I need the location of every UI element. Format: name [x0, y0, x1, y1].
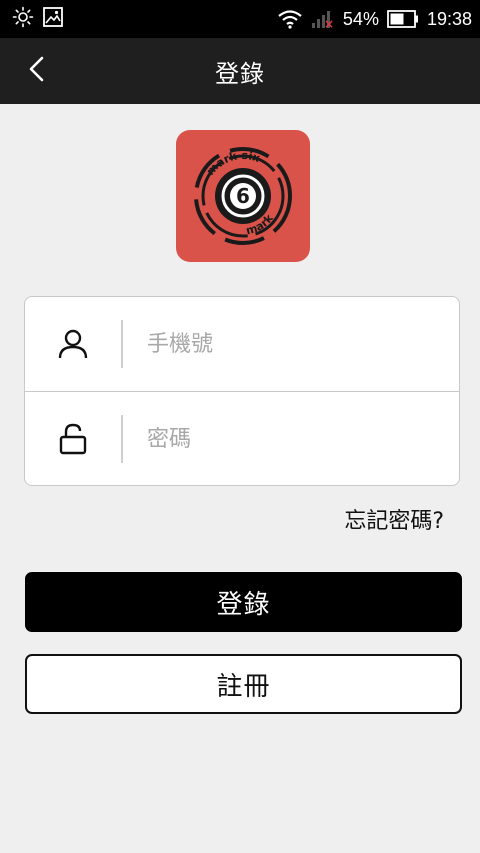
lock-icon: [25, 423, 121, 455]
user-icon: [25, 328, 121, 360]
phone-row: [25, 297, 459, 391]
signal-icon: ×: [311, 9, 335, 29]
app-logo: 6 mark six mark six: [176, 130, 310, 262]
brightness-icon: [12, 6, 34, 32]
wifi-icon: [277, 9, 303, 29]
password-row: [25, 391, 459, 485]
status-time: 19:38: [426, 8, 472, 29]
logo-number: 6: [236, 184, 250, 208]
mark-six-logo-icon: 6 mark six mark six: [176, 130, 292, 245]
svg-text:×: ×: [324, 17, 334, 29]
back-button[interactable]: [14, 38, 58, 104]
login-form: [24, 296, 460, 486]
chevron-left-icon: [27, 56, 45, 86]
nav-bar: 登錄: [0, 38, 480, 104]
image-icon: [42, 6, 64, 32]
page-title: 登錄: [215, 59, 265, 88]
password-input[interactable]: [123, 409, 459, 469]
login-button[interactable]: 登錄: [25, 572, 462, 632]
status-bar: × 54% 19:38: [0, 0, 480, 38]
status-left: [0, 6, 64, 32]
register-button[interactable]: 註冊: [25, 654, 462, 714]
battery-icon: [387, 10, 419, 28]
status-right: × 54% 19:38: [269, 9, 480, 30]
forgot-password-link[interactable]: 忘記密碼?: [344, 503, 444, 535]
phone-input[interactable]: [123, 314, 459, 374]
battery-percent: 54%: [342, 8, 379, 29]
